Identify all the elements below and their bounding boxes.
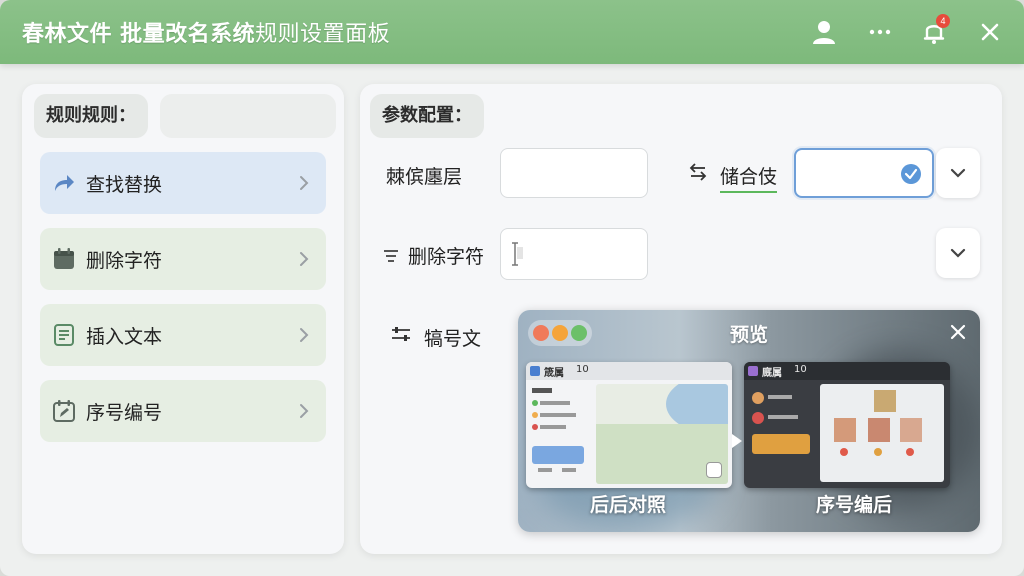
rule-item-delete-chars[interactable]: 删除字符 xyxy=(40,228,326,290)
preview-title: 预览 xyxy=(729,324,768,346)
text-cursor-icon xyxy=(511,241,525,267)
row1-dropdown-button[interactable] xyxy=(936,148,980,198)
rules-panel: 规则规则： 查找替换 删除字符 插入文本 序号编号 xyxy=(22,84,344,554)
param-row1-label: 棘傧廛层 xyxy=(386,166,463,188)
param-row1-input[interactable] xyxy=(500,148,648,198)
before-caption: 后后对照 xyxy=(590,494,667,516)
params-panel: 参数配置： 棘傧廛层 储合伎 删除字符 犒号文 预览 筬属 10 廐属 10 后… xyxy=(360,84,1002,554)
chevron-right-icon xyxy=(298,250,310,268)
before-preview-window: 筬属 10 xyxy=(526,362,732,488)
after-window-count: 10 xyxy=(794,364,807,375)
close-icon[interactable] xyxy=(976,18,1004,46)
preview-close-icon[interactable] xyxy=(950,324,966,340)
arrow-right-icon xyxy=(730,432,744,450)
after-window-title: 廐属 xyxy=(762,368,782,379)
preview-panel: 预览 筬属 10 廐属 10 后后对照 序号编后 xyxy=(518,310,980,532)
document-icon xyxy=(52,323,76,347)
rules-header-blank xyxy=(160,94,336,138)
checkmark-icon xyxy=(900,163,922,185)
before-window-bar: 筬属 10 xyxy=(526,362,732,380)
rule-item-find-replace[interactable]: 查找替换 xyxy=(40,152,326,214)
before-map-view xyxy=(596,384,728,484)
filter-lines-icon xyxy=(382,246,400,264)
rule-item-label: 插入文本 xyxy=(86,326,163,348)
calendar-icon xyxy=(52,247,76,271)
param-row1b-input[interactable] xyxy=(794,148,934,198)
param-row2-input[interactable] xyxy=(500,228,648,280)
notification-bell-icon[interactable]: 4 xyxy=(920,14,950,46)
window-title-sub: 规则设置面板 xyxy=(255,22,391,47)
param-row1b-label: 储合伎 xyxy=(720,162,778,193)
title-bar: 春林文件 批量改名系统规则设置面板 4 xyxy=(0,0,1024,64)
rule-item-numbering[interactable]: 序号编号 xyxy=(40,380,326,442)
compass-icon xyxy=(706,462,722,478)
chevron-right-icon xyxy=(298,402,310,420)
rule-item-label: 查找替换 xyxy=(86,174,163,196)
rule-item-label: 删除字符 xyxy=(86,250,163,272)
rule-item-label: 序号编号 xyxy=(86,402,163,424)
after-photo-view xyxy=(820,384,944,482)
chevron-right-icon xyxy=(298,326,310,344)
app-window: 春林文件 批量改名系统规则设置面板 4 规则规则： 查找替换 删除字符 插入文本… xyxy=(0,0,1024,576)
after-sidebar xyxy=(748,386,814,482)
after-preview-window: 廐属 10 xyxy=(744,362,950,488)
params-header: 参数配置： xyxy=(370,94,484,138)
window-title-main: 春林文件 批量改名系统 xyxy=(22,22,256,47)
window-title: 春林文件 批量改名系统规则设置面板 xyxy=(22,16,390,48)
calendar-edit-icon xyxy=(52,399,76,423)
share-arrow-icon xyxy=(52,171,76,195)
chevron-down-icon xyxy=(950,248,966,258)
chevron-down-icon xyxy=(950,168,966,178)
rules-header: 规则规则： xyxy=(34,94,148,138)
rule-item-insert-text[interactable]: 插入文本 xyxy=(40,304,326,366)
notification-badge: 4 xyxy=(936,14,950,28)
row2-dropdown-button[interactable] xyxy=(936,228,980,278)
after-caption: 序号编后 xyxy=(816,494,893,516)
param-row3-label: 犒号文 xyxy=(424,328,482,350)
swap-arrows-icon xyxy=(688,162,708,182)
user-icon[interactable] xyxy=(810,18,838,46)
param-row2-label: 删除字符 xyxy=(408,246,485,268)
chevron-right-icon xyxy=(298,174,310,192)
before-window-title: 筬属 xyxy=(544,368,564,379)
more-icon[interactable] xyxy=(866,18,894,46)
after-window-bar: 廐属 10 xyxy=(744,362,950,380)
before-window-count: 10 xyxy=(576,364,589,375)
before-sidebar xyxy=(530,384,592,484)
sliders-icon xyxy=(390,324,412,344)
